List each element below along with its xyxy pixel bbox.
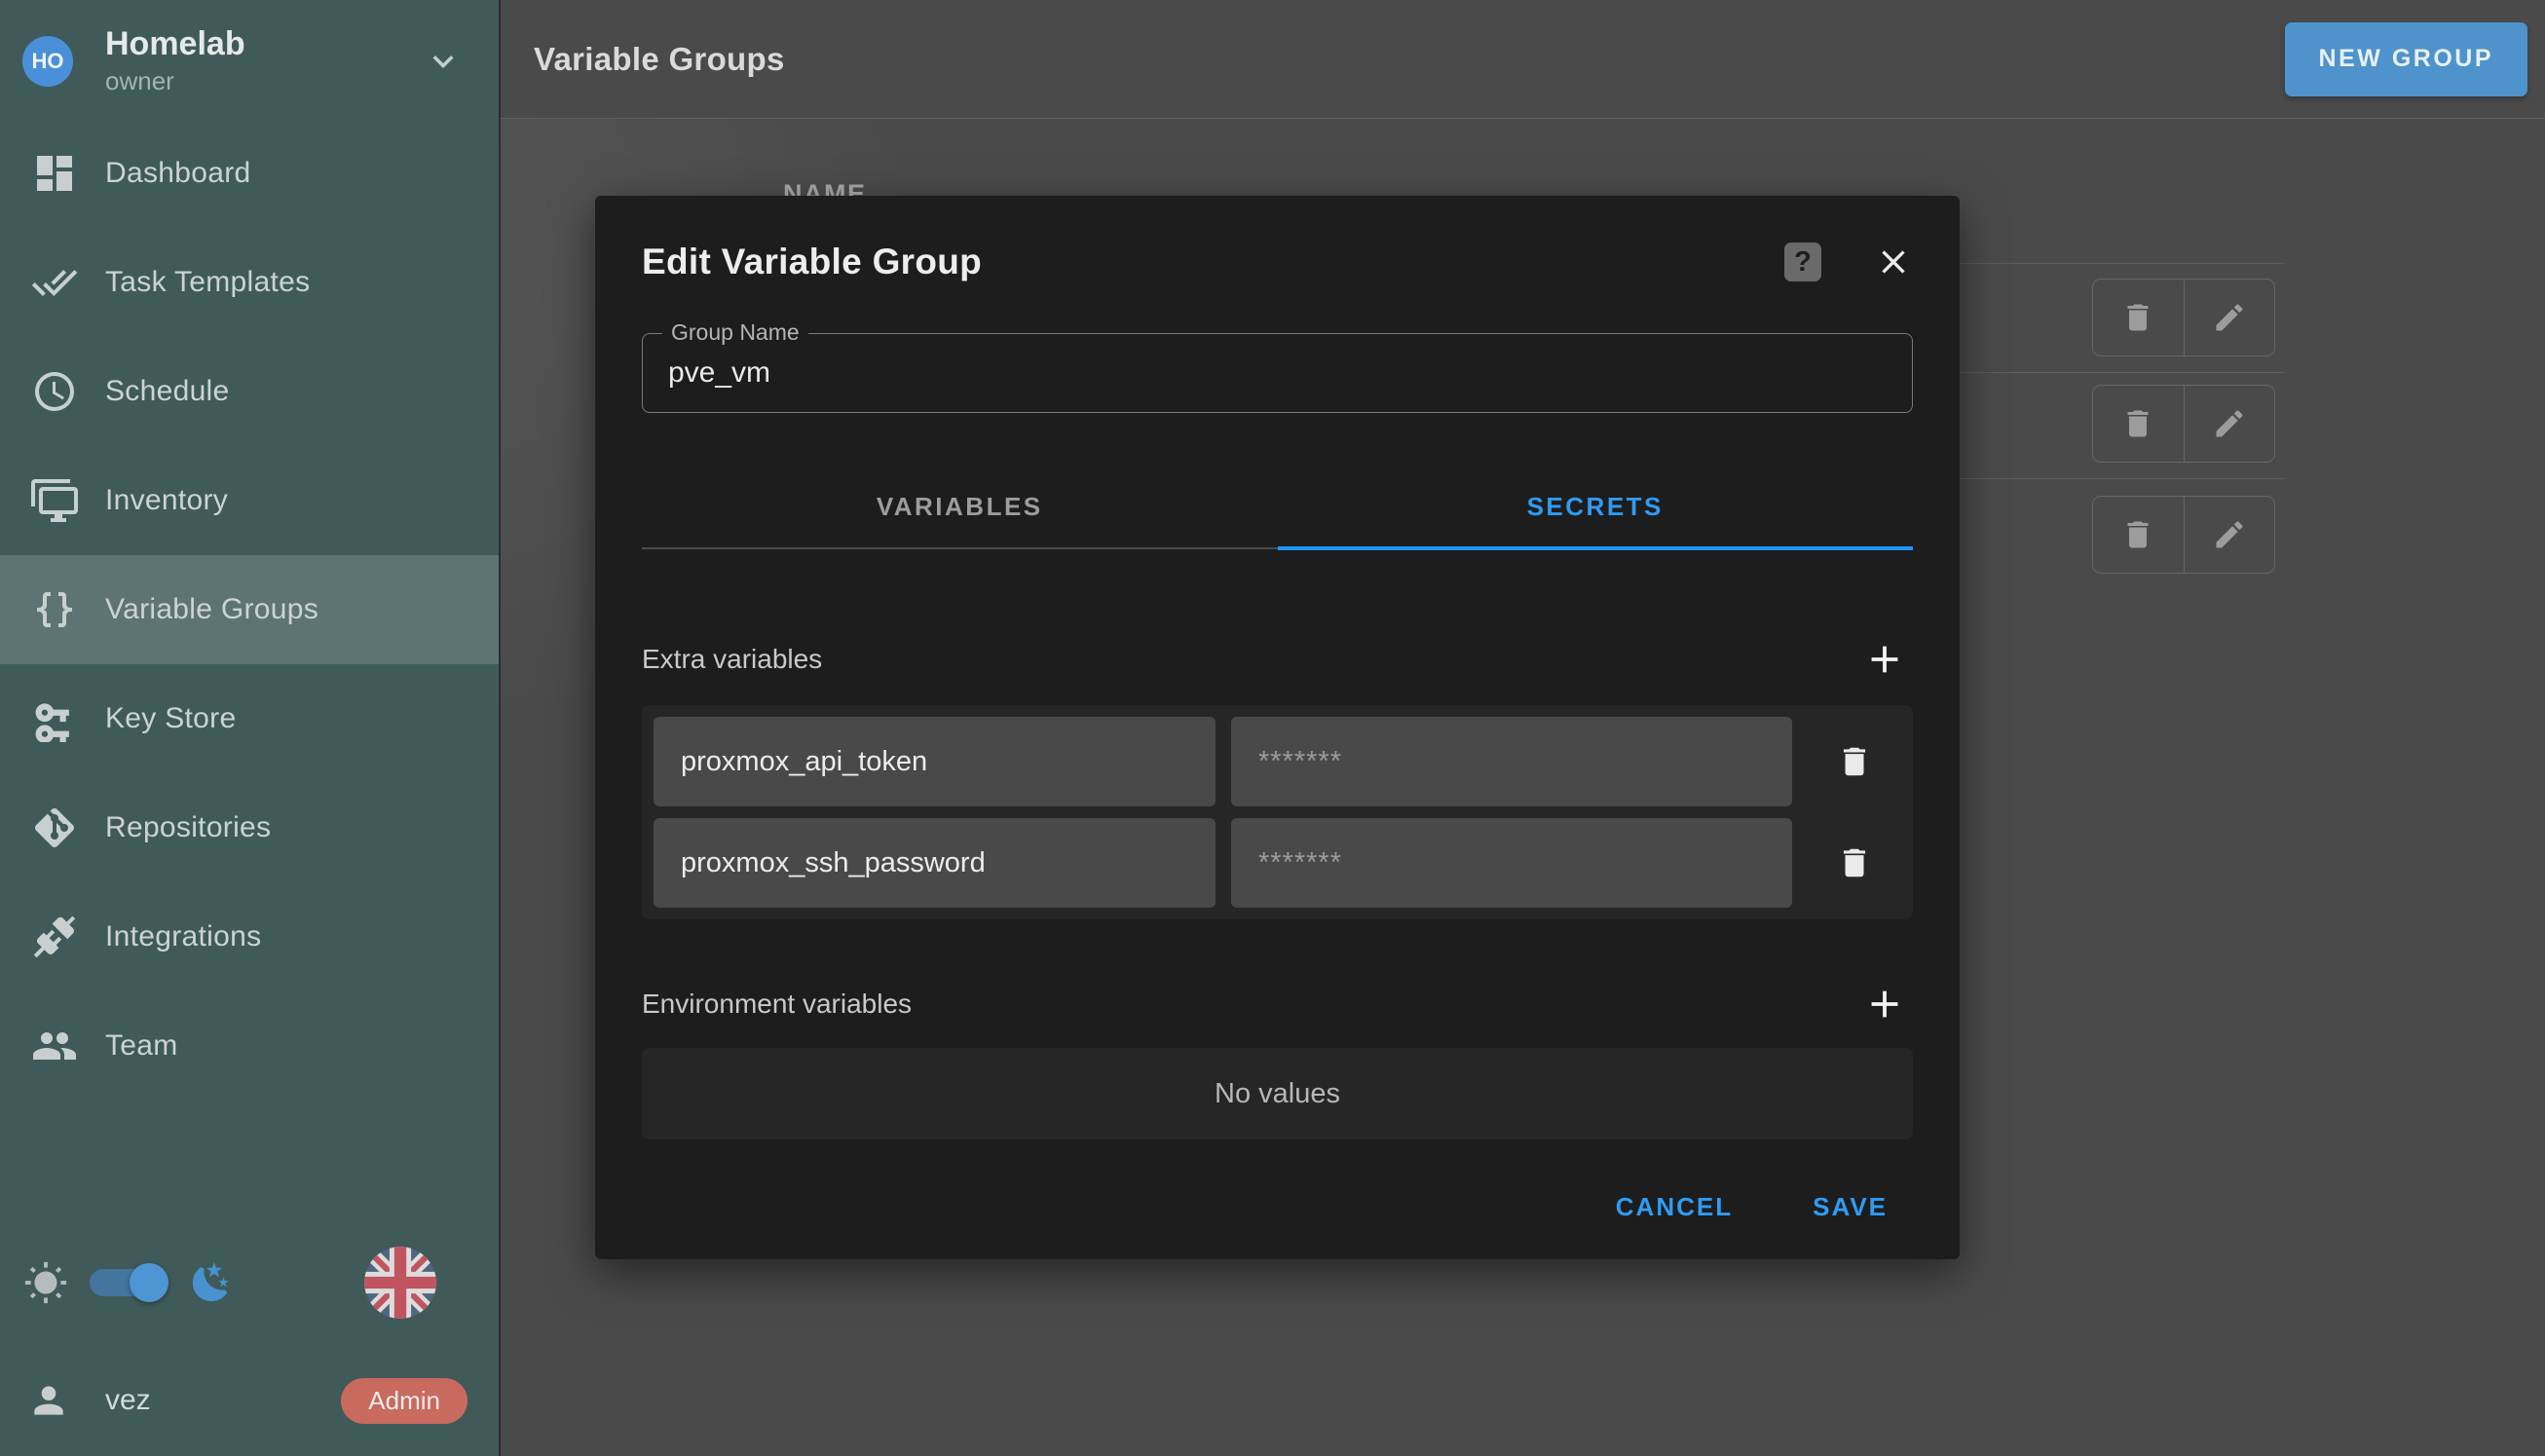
delete-group-button[interactable] xyxy=(2093,386,2184,462)
sidebar-item-inventory[interactable]: Inventory xyxy=(0,446,499,555)
pencil-icon xyxy=(2212,406,2247,441)
trash-icon xyxy=(2120,517,2155,552)
sun-icon xyxy=(23,1260,68,1305)
sidebar-menu: Dashboard Task Templates Schedule Invent… xyxy=(0,119,499,1101)
check-all-icon xyxy=(31,259,78,306)
close-button[interactable] xyxy=(1874,243,1913,281)
new-group-button[interactable]: NEW GROUP xyxy=(2285,22,2527,96)
dashboard-icon xyxy=(31,150,78,197)
theme-toggle[interactable] xyxy=(90,1269,166,1296)
dialog-tabs: VARIABLES SECRETS xyxy=(642,466,1913,549)
add-extra-variable-button[interactable] xyxy=(1862,637,1907,682)
dialog-title: Edit Variable Group xyxy=(642,242,982,282)
uk-flag-icon[interactable] xyxy=(364,1247,436,1319)
delete-variable-button[interactable] xyxy=(1808,818,1901,908)
close-icon xyxy=(1874,243,1913,281)
admin-badge: Admin xyxy=(341,1378,468,1424)
project-switcher[interactable]: HO Homelab owner xyxy=(0,25,499,96)
tab-secrets[interactable]: SECRETS xyxy=(1278,466,1914,547)
edit-group-button[interactable] xyxy=(2184,280,2275,355)
connection-icon xyxy=(31,914,78,960)
table-row-actions xyxy=(2092,496,2275,574)
pencil-icon xyxy=(2212,300,2247,335)
group-name-input[interactable] xyxy=(643,334,1912,412)
project-avatar: HO xyxy=(22,36,73,87)
sidebar-item-team[interactable]: Team xyxy=(0,991,499,1101)
active-tab-indicator xyxy=(1278,546,1914,550)
keys-icon xyxy=(31,695,78,742)
tab-variables[interactable]: VARIABLES xyxy=(642,466,1278,547)
secret-variable-row xyxy=(654,717,1901,806)
group-name-label: Group Name xyxy=(662,319,808,346)
sidebar-item-key-store[interactable]: Key Store xyxy=(0,664,499,773)
variable-name-input[interactable] xyxy=(654,818,1216,908)
environment-variables-label: Environment variables xyxy=(642,989,912,1020)
extra-variables-list xyxy=(642,705,1913,919)
sidebar-item-task-templates[interactable]: Task Templates xyxy=(0,228,499,337)
page-title: Variable Groups xyxy=(534,41,785,78)
account-icon xyxy=(27,1379,70,1422)
sidebar-item-repositories[interactable]: Repositories xyxy=(0,773,499,882)
save-button[interactable]: SAVE xyxy=(1789,1178,1911,1236)
app-root: HO Homelab owner Dashboard Task Template… xyxy=(0,0,2545,1456)
secret-variable-row xyxy=(654,818,1901,908)
delete-group-button[interactable] xyxy=(2093,280,2184,355)
delete-variable-button[interactable] xyxy=(1808,717,1901,806)
sidebar-item-dashboard[interactable]: Dashboard xyxy=(0,119,499,228)
edit-group-button[interactable] xyxy=(2184,497,2275,573)
trash-icon xyxy=(1836,743,1873,780)
table-row-actions xyxy=(2092,385,2275,463)
user-row[interactable]: vez Admin xyxy=(0,1363,499,1438)
variable-name-input[interactable] xyxy=(654,717,1216,806)
edit-group-button[interactable] xyxy=(2184,386,2275,462)
cancel-button[interactable]: CANCEL xyxy=(1592,1178,1756,1236)
trash-icon xyxy=(1836,844,1873,881)
add-environment-variable-button[interactable] xyxy=(1862,982,1907,1027)
variable-value-input[interactable] xyxy=(1231,818,1792,908)
sidebar-item-variable-groups[interactable]: Variable Groups xyxy=(0,555,499,664)
sidebar-item-schedule[interactable]: Schedule xyxy=(0,337,499,446)
delete-group-button[interactable] xyxy=(2093,497,2184,573)
plus-icon xyxy=(1862,982,1907,1027)
user-name: vez xyxy=(105,1384,151,1417)
pencil-icon xyxy=(2212,517,2247,552)
monitor-multiple-icon xyxy=(31,477,78,524)
help-button[interactable]: ? xyxy=(1784,243,1821,281)
group-name-field: Group Name xyxy=(642,333,1913,413)
plus-icon xyxy=(1862,637,1907,682)
topbar: Variable Groups NEW GROUP xyxy=(501,0,2545,119)
project-name: Homelab xyxy=(105,25,245,63)
moon-icon xyxy=(189,1260,234,1305)
theme-row xyxy=(0,1246,499,1320)
variable-value-input[interactable] xyxy=(1231,717,1792,806)
edit-variable-group-dialog: Edit Variable Group ? Group Name VARIABL… xyxy=(595,196,1960,1259)
chevron-down-icon[interactable] xyxy=(423,41,464,82)
project-role: owner xyxy=(105,66,245,96)
trash-icon xyxy=(2120,300,2155,335)
clock-icon xyxy=(31,368,78,415)
sidebar: HO Homelab owner Dashboard Task Template… xyxy=(0,0,501,1456)
sidebar-item-integrations[interactable]: Integrations xyxy=(0,882,499,991)
team-icon xyxy=(31,1023,78,1069)
extra-variables-label: Extra variables xyxy=(642,644,822,675)
table-row-actions xyxy=(2092,279,2275,356)
trash-icon xyxy=(2120,406,2155,441)
environment-variables-empty: No values xyxy=(642,1048,1913,1139)
git-icon xyxy=(31,804,78,851)
code-braces-icon xyxy=(31,586,78,633)
